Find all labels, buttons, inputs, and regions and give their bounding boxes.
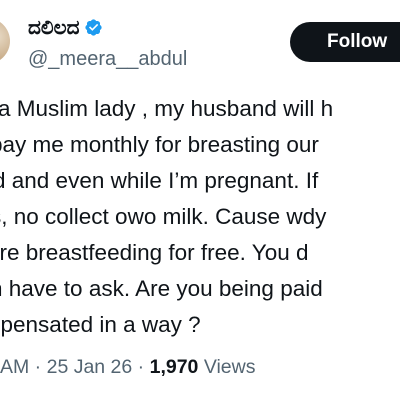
author-name-row[interactable]: ದಲಿಲದ: [28, 16, 103, 40]
tweet-view: ದಲಿಲದ @_meera__abdul Follow a Muslim lad…: [0, 0, 400, 400]
follow-button[interactable]: Follow: [290, 22, 400, 62]
author-handle[interactable]: @_meera__abdul: [28, 47, 187, 71]
tweet-time[interactable]: AM: [0, 356, 29, 378]
tweet-line: a Muslim lady , my husband will h: [0, 96, 334, 121]
tweet-line: npensated in a way ?: [0, 312, 201, 337]
tweet-line: s, no collect owo milk. Cause wdy: [0, 204, 327, 229]
author-display-name[interactable]: ದಲಿಲದ: [28, 17, 80, 39]
avatar[interactable]: [0, 18, 10, 64]
tweet-line: are breastfeeding for free. You d: [0, 240, 309, 265]
tweet-meta: AM · 25 Jan 26 · 1,970 Views: [0, 354, 256, 380]
meta-separator: ·: [29, 356, 47, 378]
tweet-line: n have to ask. Are you being paid: [0, 276, 323, 301]
tweet-line: ld and even while I’m pregnant. If: [0, 168, 319, 193]
tweet-date[interactable]: 25 Jan 26: [47, 356, 133, 378]
verified-badge-icon: [84, 19, 102, 36]
meta-separator: ·: [132, 356, 150, 378]
tweet-line: pay me monthly for breasting our: [0, 132, 319, 157]
views-label: Views: [198, 356, 256, 378]
views-count: 1,970: [149, 356, 199, 378]
